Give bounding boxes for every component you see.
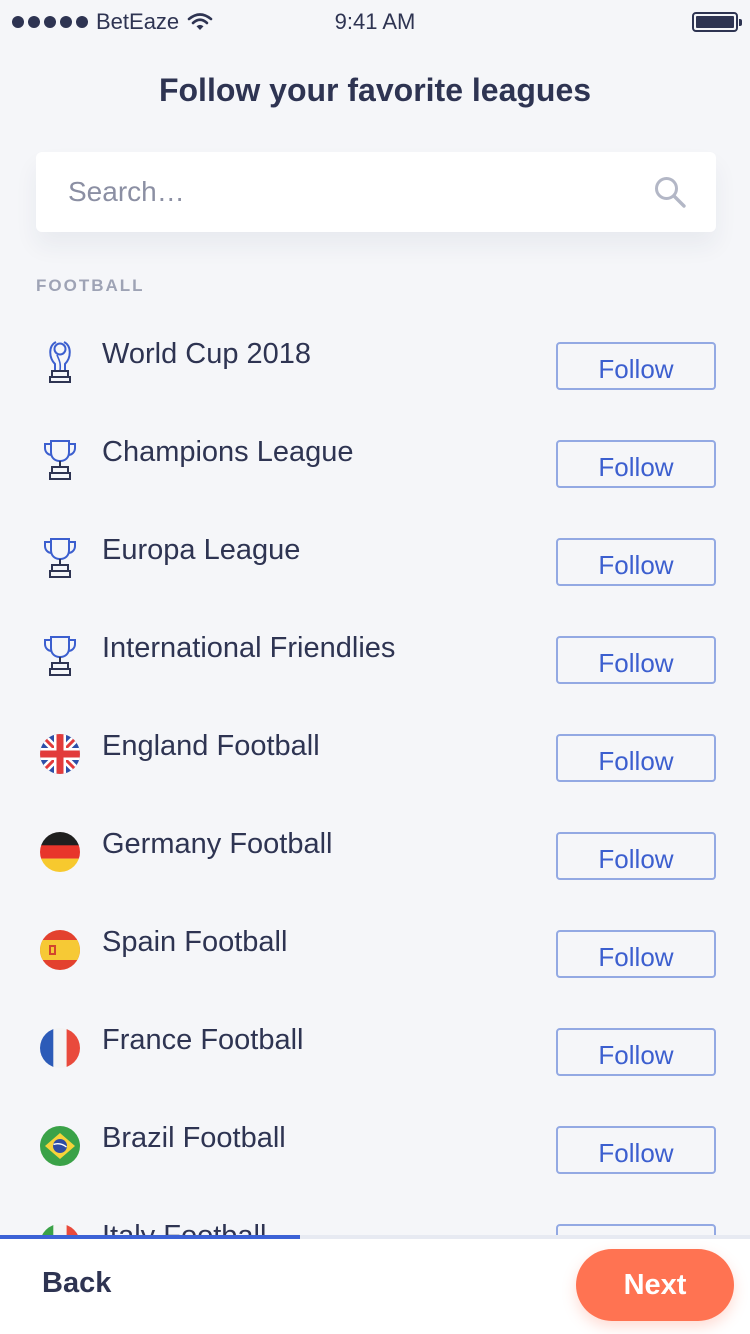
trophy-icon (40, 632, 80, 680)
section-header-football: FOOTBALL (36, 276, 145, 295)
page-title: Follow your favorite leagues (158, 72, 592, 108)
follow-button[interactable]: Follow (556, 930, 716, 978)
follow-button[interactable]: Follow (556, 440, 716, 488)
back-button[interactable]: Back (42, 1267, 111, 1300)
follow-button[interactable]: Follow (556, 636, 716, 684)
trophy-icon (40, 534, 80, 582)
italy-flag-icon (40, 1220, 80, 1236)
progress-bar (0, 1235, 750, 1239)
league-row-brazil: Brazil Football Follow (0, 1106, 750, 1204)
league-row-world-cup: World Cup 2018 Follow (0, 322, 750, 420)
search-input[interactable] (68, 176, 652, 208)
league-name: World Cup 2018 (102, 338, 312, 370)
league-name: Germany Football (102, 828, 333, 860)
league-name: Spain Football (102, 926, 288, 958)
battery-icon (692, 12, 742, 32)
wifi-icon (187, 13, 213, 30)
search-bar[interactable] (36, 152, 716, 232)
trophy-icon (40, 436, 80, 484)
league-row-champions-league: Champions League Follow (0, 420, 750, 518)
status-left: BetEaze (12, 9, 213, 35)
follow-button[interactable]: Follow (556, 1028, 716, 1076)
follow-button[interactable]: Follow (556, 1126, 716, 1174)
progress-fill (0, 1235, 300, 1239)
league-row-spain: Spain Football Follow (0, 910, 750, 1008)
league-row-europa-league: Europa League Follow (0, 518, 750, 616)
league-name: Champions League (102, 436, 354, 468)
brazil-flag-icon (40, 1122, 80, 1170)
league-row-england: England Football Follow (0, 714, 750, 812)
world-cup-trophy-icon (40, 338, 80, 386)
league-name: France Football (102, 1024, 304, 1056)
france-flag-icon (40, 1024, 80, 1072)
uk-flag-icon (40, 730, 80, 778)
league-row-italy: Italy Football Follow (0, 1204, 750, 1236)
league-name: England Football (102, 730, 320, 762)
league-row-germany: Germany Football Follow (0, 812, 750, 910)
league-name: Europa League (102, 534, 301, 566)
bottom-bar: Back Next (0, 1235, 750, 1334)
league-row-international-friendlies: International Friendlies Follow (0, 616, 750, 714)
league-name: International Friendlies (102, 632, 396, 664)
follow-button[interactable]: Follow (556, 342, 716, 390)
follow-button[interactable]: Follow (556, 832, 716, 880)
follow-button[interactable]: Follow (556, 734, 716, 782)
follow-button[interactable]: Follow (556, 538, 716, 586)
signal-dots-icon (12, 16, 88, 28)
league-name: Brazil Football (102, 1122, 286, 1154)
carrier-name: BetEaze (96, 9, 180, 34)
league-row-france: France Football Follow (0, 1008, 750, 1106)
search-icon[interactable] (652, 174, 688, 210)
status-bar: BetEaze 9:41 AM (0, 0, 750, 44)
spain-flag-icon (40, 926, 80, 974)
league-list[interactable]: World Cup 2018 Follow Champions League F… (0, 322, 750, 1236)
league-name: Italy Football (102, 1220, 267, 1236)
germany-flag-icon (40, 828, 80, 876)
next-button[interactable]: Next (576, 1249, 734, 1321)
